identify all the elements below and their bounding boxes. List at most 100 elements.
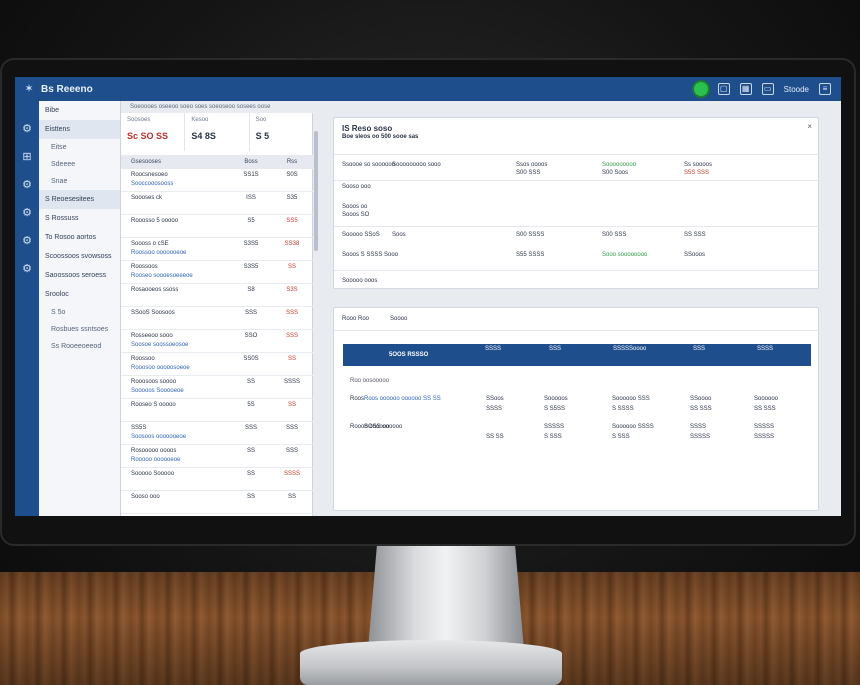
icon-rail: ⚙ ⊞ ⚙ ⚙ ⚙ ⚙ [15,101,39,516]
list-item[interactable]: Rooosso 5 ooooo S5 SS5 [121,215,313,238]
sidebar-item[interactable]: Srooloc [39,285,120,304]
window-icon[interactable]: ▭ [761,83,774,95]
sidebar-item[interactable]: Scoossoos svowsoss [39,247,120,266]
card-cell: Sooos SO [342,212,370,218]
sidebar-item[interactable]: Eisttens [39,120,120,139]
table-cell: SSSS [486,406,503,412]
list-pane: Soosoes Sc SO SS Kesoo S4 8S Soo S 5 Gse… [121,113,313,516]
list-item[interactable]: Rooosoos soooo Sooooos Sooooeoe SS SSSS [121,376,313,399]
sidebar-item[interactable]: Eitse [39,139,120,156]
list-item-text: Rosaooeos ssoss [121,284,231,306]
list-item[interactable]: Sooso ooo SS SS [121,491,313,514]
report-card: Rooo Roo Soooo 5OOS RSSSO SSSS SSS SSSSS… [333,307,820,511]
online-status-icon[interactable] [693,82,708,96]
table-header-cell[interactable]: 5OOS RSSSO [389,352,428,358]
list-item-text: Rooosoos soooo Sooooos Sooooeoe [121,376,231,398]
list-item-link[interactable]: Rooseo soooesoeeeoe [131,273,231,279]
list-item-link[interactable]: Sooooos Sooooeoe [131,388,231,394]
list-item-status: SS [287,402,296,408]
card-cell: Sooos oo [342,204,368,210]
sidebar-nav: Bibe Eisttens Eitse Sdeeee Snae S Reoesesitee… [39,101,121,516]
list-item-link[interactable]: Sooccooosooss [131,181,231,187]
config-icon[interactable]: ⚙ [15,255,39,283]
notifications-icon[interactable]: ▢ [717,83,730,95]
sidebar-item[interactable]: S Reoesesitees [39,190,120,209]
list-item-link[interactable]: Soosoe soossoeosoe [131,342,231,348]
list-item[interactable]: Roossoo Rooosoo ooooosoeoe SS0S SS [121,353,313,376]
list-item[interactable]: Roossoos Rooseo soooesoeeeoe S3S5 SS [121,261,313,284]
user-name[interactable]: Stoode [784,85,809,94]
list-item-status: SS [287,356,296,362]
list-item-value: 5S [247,402,255,408]
list-item-title: Soooses ck [131,195,163,201]
list-item[interactable]: Rooseo S ooooo 5S SS [121,399,313,422]
list-item-value: S3S5 [243,264,259,270]
list-item[interactable]: Rosseeoo sooo Soosoe soossoeosoe SSO SSS [121,330,313,353]
table-header-cell[interactable]: SSSSSoooo [613,346,646,352]
calendar-icon[interactable]: ▦ [739,83,752,95]
sidebar-item[interactable]: S 5o [39,304,120,321]
list-item[interactable]: Soooses ck ISS S35 [121,192,313,215]
table-header: 5OOS RSSSO SSSS SSS SSSSSoooo SSS SSSS [343,344,811,366]
list-scrollbar[interactable] [313,101,319,516]
card-cell: S5S SSS [684,170,710,176]
sidebar-item[interactable]: Rosbues ssntsoes [39,321,120,338]
list-item[interactable]: SSooS Soosoos SSS SSS [121,307,313,330]
list-item-link[interactable]: Roossoo ooooooeoe [131,250,231,256]
table-cell: SSoooo [690,396,712,402]
list-item-title: SS5S [131,425,147,431]
list-item[interactable]: Rosaooeos ssoss S8 S3S [121,284,313,307]
list-item-link[interactable]: Rooosoo ooooosoeoe [131,365,231,371]
card-cell: Sooooooooo [602,162,637,168]
table-header-cell[interactable]: SSS [549,346,561,352]
card-cell: S00 SSSS [516,232,545,238]
summary-label: Soo [255,117,267,123]
table-header-cell[interactable]: SSSS [757,346,773,352]
summary-label: Kesoo [191,117,209,123]
list-item[interactable]: Sooooo Sooooo SS SSSS [121,468,313,491]
gear-icon[interactable]: ⚙ [15,115,39,143]
card-cell: SSooos [684,252,706,258]
list-item-value: SS0S [243,356,259,362]
sidebar-item[interactable]: Bibe [39,101,120,120]
chart-icon[interactable]: ⚙ [15,171,39,199]
table-header-cell[interactable]: SSSS [485,346,501,352]
list-item-title: Rosseeoo sooo [131,333,173,339]
sidebar-item[interactable]: Ss Rooeeoeeod [39,338,120,355]
list-item[interactable]: SS5S Soosoos ooooooeoe SSS SSS [121,422,313,445]
sidebar-item[interactable]: Sdeeee [39,156,120,173]
column-header-c2[interactable]: Boss [231,159,271,165]
table-cell: SOSS oooooo [364,424,403,430]
sidebar-item[interactable]: Saoossoos seroess [39,266,120,285]
tools-icon[interactable]: ⚙ [15,227,39,255]
list-item-link[interactable]: Rooooo oooooeoe [131,457,231,463]
list-item-value: SSO [244,333,258,339]
table-header-cell[interactable]: SSS [693,346,705,352]
list-item-value: S3S5 [243,241,259,247]
sidebar-item[interactable]: Snae [39,173,120,190]
menu-icon[interactable]: ≡ [819,83,831,95]
card-cell: Sooooooooo sooo [392,162,441,168]
grid-icon[interactable]: ⊞ [15,143,39,171]
list-item-title: Rosooooo oooos [131,448,177,454]
list-item-title: Sooooo Sooooo [131,471,175,477]
column-header-name[interactable]: Gsesooses [121,159,231,165]
card-title-secondary: Soooo [390,316,408,322]
settings-icon[interactable]: ⚙ [15,199,39,227]
list-item-text: Sosoo osss [121,514,231,516]
list-item-link[interactable]: Soosoos ooooooeoe [131,434,231,440]
sidebar-item[interactable]: S Rossuss [39,209,120,228]
divider [334,270,820,271]
column-header-c3[interactable]: Rss [271,159,313,165]
sidebar-item[interactable]: To Rosoo aortos [39,228,120,247]
list-item-title: Roocsnesoeo [131,172,168,178]
monitor-bezel: ✶ Bs Reeeno ▢ ▦ ▭ Stoode ≡ ⚙ ⊞ ⚙ ⚙ ⚙ ⚙ B… [0,58,856,546]
list-item[interactable]: Sosoo osssSSSSS [121,514,313,516]
list-item[interactable]: Rosooooo oooos Rooooo oooooeoe SS SSS [121,445,313,468]
list-item-status: SSS [285,425,298,431]
list-item[interactable]: Roocsnesoeo Sooccooosooss SS1S S0S [121,169,313,192]
screen: ✶ Bs Reeeno ▢ ▦ ▭ Stoode ≡ ⚙ ⊞ ⚙ ⚙ ⚙ ⚙ B… [15,77,841,516]
list-item[interactable]: Soooss o cSE Roossoo ooooooeoe S3S5 SS38 [121,238,313,261]
close-icon[interactable]: × [807,122,812,131]
scroll-thumb[interactable] [314,131,318,251]
